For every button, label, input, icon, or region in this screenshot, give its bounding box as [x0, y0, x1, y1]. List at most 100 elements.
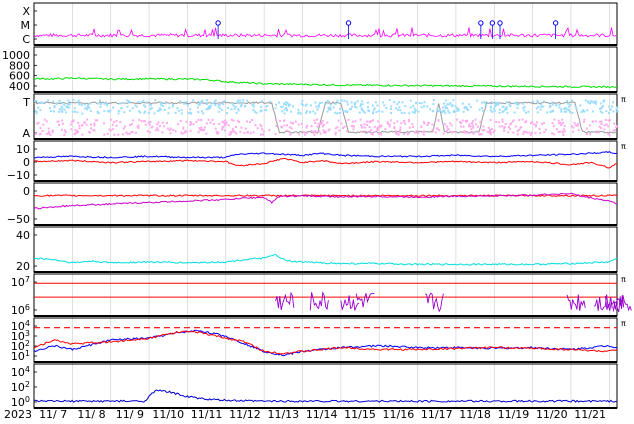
sector-point: [595, 130, 598, 133]
y-tick-label: 0: [23, 156, 30, 169]
sector-point: [111, 128, 114, 131]
sector-point: [281, 126, 284, 129]
sector-point: [107, 110, 110, 113]
series-cloud: [34, 118, 619, 136]
sector-point: [522, 102, 525, 105]
sector-point: [88, 130, 91, 133]
sector-point: [583, 110, 586, 113]
sector-point: [489, 118, 492, 121]
sector-point: [576, 124, 579, 127]
sector-point: [224, 119, 226, 122]
sector-point: [527, 110, 530, 113]
sector-point: [577, 122, 579, 125]
sector-point: [74, 129, 77, 132]
x-tick-label: 11/19: [498, 408, 530, 421]
sector-point: [365, 120, 368, 123]
sector-point: [242, 99, 245, 102]
sector-point: [310, 125, 313, 128]
sector-point: [320, 101, 323, 104]
sector-point: [431, 128, 434, 131]
sector-point: [310, 130, 313, 133]
sector-point: [382, 101, 385, 104]
sector-point: [446, 128, 449, 130]
sector-point: [93, 122, 96, 125]
sector-point: [373, 130, 376, 133]
sector-point: [254, 110, 256, 113]
flux-burst: [340, 295, 360, 311]
sector-point: [316, 118, 319, 121]
sector-point: [64, 131, 67, 134]
y-tick-label: 100: [11, 395, 30, 409]
sector-point: [426, 105, 429, 108]
x-tick-label: 11/ 8: [77, 408, 105, 421]
sector-point: [494, 101, 497, 104]
sector-point: [123, 102, 126, 105]
flux-burst: [612, 295, 632, 313]
sector-point: [368, 126, 371, 128]
sector-point: [504, 123, 507, 125]
sector-point: [468, 103, 471, 106]
sector-point: [262, 130, 265, 133]
sector-point: [550, 110, 553, 113]
sector-point: [466, 119, 468, 122]
sector-point: [289, 121, 292, 124]
sector-point: [161, 121, 164, 124]
sector-point: [607, 132, 610, 135]
sector-point: [236, 102, 239, 105]
series-line: [33, 389, 618, 403]
sector-point: [78, 103, 81, 106]
panel-xray-class: XMC: [21, 2, 618, 46]
sector-point: [368, 130, 371, 133]
sector-point: [556, 128, 558, 131]
sector-point: [334, 111, 337, 114]
sector-point: [572, 130, 575, 133]
y-tick-label: C: [22, 33, 30, 46]
sector-point: [478, 108, 481, 111]
sector-point: [254, 124, 257, 127]
sector-point: [74, 110, 76, 113]
sector-point: [457, 108, 460, 110]
sector-point: [388, 123, 391, 126]
sector-point: [115, 119, 118, 122]
sector-point: [260, 133, 262, 136]
sector-point: [432, 103, 435, 106]
sector-point: [39, 132, 42, 135]
sector-point: [531, 100, 534, 103]
sector-point: [459, 121, 461, 123]
sector-point: [154, 129, 157, 132]
sector-point: [451, 131, 454, 134]
sector-point: [403, 112, 406, 115]
sector-point: [559, 121, 562, 124]
sector-point: [388, 99, 391, 101]
sector-point: [197, 118, 200, 121]
panel-right-label: π: [621, 95, 626, 104]
series-line: [33, 101, 618, 134]
x-tick-label: 11/13: [267, 408, 299, 421]
sector-point: [288, 126, 291, 129]
sector-point: [285, 103, 288, 106]
sector-point: [215, 130, 218, 133]
sector-point: [360, 124, 363, 127]
series-line: [33, 253, 618, 266]
sector-point: [243, 132, 246, 135]
sector-point: [469, 125, 472, 128]
sector-point: [292, 105, 294, 108]
sector-point: [553, 118, 556, 121]
sector-point: [64, 129, 66, 132]
sector-point: [566, 100, 569, 102]
time-axis: 2023 11/ 7 11/ 8 11/ 9 11/10 11/11 11/12 11/13…: [4, 408, 606, 421]
sector-point: [315, 105, 318, 108]
sector-point: [269, 100, 272, 103]
sector-point: [366, 124, 369, 127]
sector-point: [574, 105, 577, 108]
series-line: [33, 150, 618, 159]
sector-point: [375, 111, 378, 113]
x-tick-label: 11/14: [306, 408, 338, 421]
sector-point: [498, 108, 501, 111]
series-line: [33, 253, 618, 266]
sector-point: [161, 131, 164, 134]
sector-point: [343, 99, 346, 102]
sector-point: [505, 108, 508, 111]
sector-point: [417, 132, 420, 135]
sector-point: [456, 118, 458, 121]
